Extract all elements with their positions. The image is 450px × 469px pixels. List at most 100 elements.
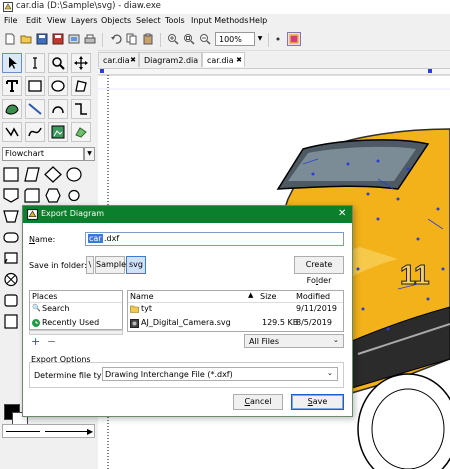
tab-diagram2-dia[interactable]: Diagram2.dia ✖ xyxy=(139,52,202,79)
sheet-dropdown-icon[interactable]: ▼ xyxy=(84,147,95,161)
text-tool[interactable] xyxy=(2,76,22,96)
file-row-aj-digital-camera[interactable]: AJ_Digital_Camera.svg 129.5 KB 8/5/2019 xyxy=(128,318,343,330)
tab-close-icon[interactable]: ✖ xyxy=(236,53,242,68)
chevron-down-icon: ⌄ xyxy=(327,369,333,377)
places-item-label: Recently Used xyxy=(42,318,100,327)
pointer-icon xyxy=(9,57,17,69)
snap-to-grid-icon[interactable] xyxy=(272,33,284,45)
zigzag-icon xyxy=(75,103,87,115)
places-scrollbar[interactable] xyxy=(29,330,123,335)
file-filter-dropdown[interactable]: All Files ⌄ xyxy=(244,334,344,348)
box-icon xyxy=(28,80,42,92)
name-label: Name: xyxy=(29,235,56,244)
new-file-icon[interactable] xyxy=(4,33,16,45)
text-cursor-icon xyxy=(33,57,37,69)
menu-view[interactable]: View xyxy=(47,16,66,25)
tab-close-icon[interactable]: ✖ xyxy=(130,53,136,68)
file-modified: 9/11/2019 xyxy=(296,304,338,313)
tab-car-dia-1[interactable]: car.dia ✖ xyxy=(98,52,139,67)
save-button[interactable]: Save xyxy=(291,394,344,410)
zigzag-tool[interactable] xyxy=(71,99,91,119)
menu-file[interactable]: File xyxy=(4,16,17,25)
sheet-selector[interactable]: Flowchart xyxy=(2,147,84,161)
files-header-size[interactable]: Size xyxy=(260,292,276,301)
flowchart-storage-shape[interactable] xyxy=(1,312,21,331)
main-toolbar: 100% ▼ xyxy=(0,30,450,51)
snap-to-objects-icon[interactable] xyxy=(287,32,301,46)
zoom-out-icon[interactable] xyxy=(199,33,211,45)
magnify-tool[interactable] xyxy=(48,53,68,73)
export-options-group: Determine file type: Drawing Interchange… xyxy=(29,362,344,388)
menu-select[interactable]: Select xyxy=(136,16,161,25)
places-item-recently-used[interactable]: Recently Used xyxy=(30,318,122,329)
file-name: AJ_Digital_Camera.svg xyxy=(141,318,231,327)
files-header-name[interactable]: Name xyxy=(130,292,154,301)
file-row-tyt[interactable]: tyt 9/11/2019 xyxy=(128,304,343,316)
text-edit-tool[interactable] xyxy=(25,53,45,73)
bezierline-tool[interactable] xyxy=(25,122,45,142)
zoom-dropdown-icon[interactable]: ▼ xyxy=(255,32,265,46)
polyline-tool[interactable] xyxy=(2,122,22,142)
zoom-in-icon[interactable] xyxy=(167,33,179,45)
menu-input-methods[interactable]: Input Methods xyxy=(191,16,248,25)
flowchart-parallelogram-shape[interactable] xyxy=(22,165,42,184)
menu-help[interactable]: Help xyxy=(249,16,267,25)
ellipse-tool[interactable] xyxy=(48,76,68,96)
menu-layers[interactable]: Layers xyxy=(71,16,97,25)
title-bar: car.dia (D:\Sample\svg) - diaw.exe xyxy=(0,0,450,14)
name-input[interactable]: car .dxf xyxy=(85,232,344,246)
create-folder-button[interactable]: Create Folder xyxy=(294,256,344,285)
files-header-modified[interactable]: Modified xyxy=(296,292,330,301)
places-item-search[interactable]: 🔍 Search xyxy=(30,304,122,315)
close-icon[interactable]: ✕ xyxy=(338,208,346,219)
tab-car-dia-active[interactable]: car.dia ✖ xyxy=(202,52,245,67)
flowchart-summing-junction-shape[interactable] xyxy=(1,270,21,289)
flowchart-pentagon-shape[interactable] xyxy=(1,186,21,205)
box-tool[interactable] xyxy=(25,76,45,96)
save-in-label: Save in folder: xyxy=(29,261,87,270)
save-as-icon[interactable] xyxy=(52,33,64,45)
flowchart-document-shape[interactable] xyxy=(22,186,42,205)
path-svg-button[interactable]: svg xyxy=(126,256,146,274)
open-folder-icon[interactable] xyxy=(20,33,32,45)
flowchart-trapezoid-shape[interactable] xyxy=(1,207,21,226)
menu-edit[interactable]: Edit xyxy=(26,16,42,25)
dialog-title: Export Diagram xyxy=(41,209,105,218)
flowchart-diamond-shape[interactable] xyxy=(43,165,63,184)
pointer-tool[interactable] xyxy=(2,53,22,73)
flowchart-box-shape[interactable] xyxy=(1,165,21,184)
copy-icon[interactable] xyxy=(126,33,138,45)
flowchart-ellipse-shape[interactable] xyxy=(64,165,84,184)
polygon-tool[interactable] xyxy=(71,76,91,96)
file-size: 129.5 KB xyxy=(262,318,299,327)
print-icon[interactable] xyxy=(84,33,96,45)
outline-tool[interactable] xyxy=(71,122,91,142)
path-sample-button[interactable]: Sample xyxy=(95,256,126,274)
image-tool[interactable] xyxy=(48,122,68,142)
file-type-dropdown[interactable]: Drawing Interchange File (*.dxf) ⌄ xyxy=(102,367,338,381)
flowchart-tape-shape[interactable] xyxy=(1,249,21,268)
flowchart-circle-shape[interactable] xyxy=(64,186,84,205)
line-style-selector[interactable]: ▶ xyxy=(2,424,95,438)
path-root-button[interactable]: \ xyxy=(86,256,94,274)
places-item-label: Search xyxy=(42,304,70,313)
menu-objects[interactable]: Objects xyxy=(101,16,131,25)
paste-icon[interactable] xyxy=(142,33,154,45)
zoom-fit-icon[interactable] xyxy=(183,33,195,45)
zoom-combo[interactable]: 100% xyxy=(215,32,255,46)
export-icon[interactable] xyxy=(68,33,80,45)
cancel-button[interactable]: Cancel xyxy=(233,394,283,410)
save-icon[interactable] xyxy=(36,33,48,45)
arc-tool[interactable] xyxy=(48,99,68,119)
undo-icon[interactable] xyxy=(110,33,122,45)
flowchart-rounded-box-shape[interactable] xyxy=(1,291,21,310)
menu-tools[interactable]: Tools xyxy=(165,16,185,25)
flowchart-terminal-shape[interactable] xyxy=(1,228,21,247)
flowchart-hexagon-shape[interactable] xyxy=(43,186,63,205)
line-tool[interactable] xyxy=(25,99,45,119)
sort-ascending-icon: ▲ xyxy=(248,291,254,299)
scroll-tool[interactable] xyxy=(71,53,91,73)
beziergon-tool[interactable] xyxy=(2,99,22,119)
add-place-icon[interactable]: + xyxy=(31,335,40,348)
remove-place-icon[interactable]: − xyxy=(47,335,56,348)
